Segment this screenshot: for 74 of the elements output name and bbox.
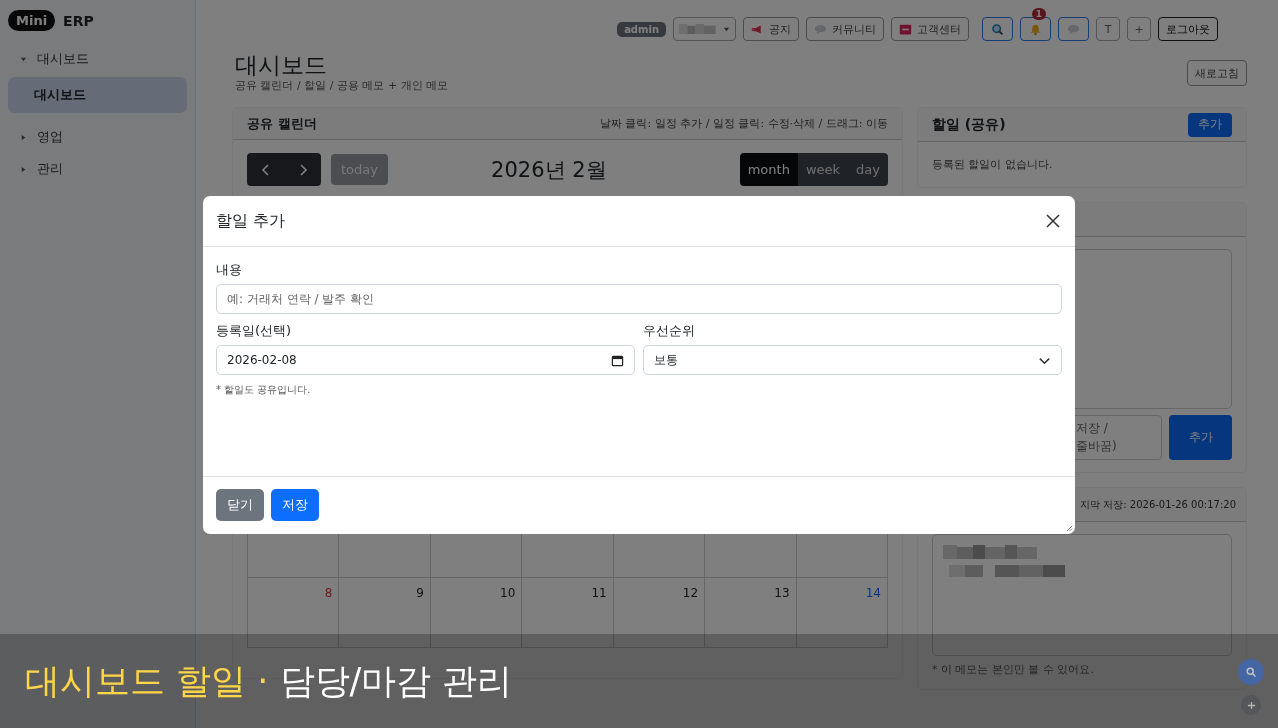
speech-bubble-icon bbox=[814, 22, 827, 36]
top-link-button[interactable]: 커뮤니티 bbox=[806, 17, 884, 41]
caption-title: 대시보드 할일 · 담당/마감 관리 bbox=[25, 659, 513, 703]
role-badge: admin bbox=[617, 21, 666, 37]
date-input[interactable]: 2026-02-08 bbox=[216, 345, 635, 375]
save-button[interactable]: 저장 bbox=[271, 489, 319, 521]
field-label: 내용 bbox=[216, 261, 243, 279]
calendar-cell[interactable]: 9 bbox=[339, 578, 431, 648]
caret-right-icon bbox=[20, 165, 27, 173]
speech-bubble-icon bbox=[1067, 22, 1080, 36]
card-title: 공유 캘린더 bbox=[247, 114, 317, 133]
calendar-cell[interactable]: 8 bbox=[248, 578, 340, 648]
plus-icon bbox=[1246, 700, 1256, 710]
caret-down-icon bbox=[723, 25, 730, 33]
empty-message: 등록된 할일이 없습니다. bbox=[932, 157, 1054, 173]
brand-badge: Mini bbox=[8, 10, 56, 31]
toolbar-button[interactable]: + bbox=[1127, 17, 1151, 41]
nav-subitem[interactable]: 대시보드 bbox=[8, 77, 187, 113]
modal-title: 할일 추가 bbox=[216, 210, 286, 232]
last-saved-text: 지막 저장: 2026-01-26 00:17:20 bbox=[1080, 497, 1236, 512]
close-icon bbox=[1046, 214, 1060, 228]
search-icon bbox=[991, 22, 1004, 36]
brand-name: ERP bbox=[63, 12, 94, 29]
add-button[interactable]: 추가 bbox=[1169, 415, 1232, 460]
chevron-left-icon bbox=[259, 163, 272, 176]
calendar-cell[interactable]: 11 bbox=[522, 578, 614, 648]
nav-item[interactable]: 대시보드 bbox=[8, 43, 187, 75]
calendar-cell[interactable]: 12 bbox=[613, 578, 706, 648]
hint-text: * 할일도 공유입니다. bbox=[216, 383, 312, 397]
next-button[interactable] bbox=[284, 153, 321, 186]
view-tab[interactable]: day bbox=[848, 153, 888, 186]
calendar-cell[interactable]: 10 bbox=[430, 578, 523, 648]
caret-down-icon bbox=[20, 55, 27, 63]
field-label: 등록일(선택) bbox=[216, 322, 293, 340]
close-button[interactable] bbox=[1044, 212, 1062, 230]
search-button[interactable] bbox=[982, 17, 1013, 41]
page-subtitle: 공유 캘린더 / 할일 / 공용 메모 + 개인 메모 bbox=[235, 78, 449, 93]
search-icon bbox=[1245, 666, 1257, 678]
top-link-button[interactable]: 공지 bbox=[743, 17, 799, 41]
view-tab[interactable]: month bbox=[739, 153, 798, 186]
user-dropdown[interactable] bbox=[673, 17, 736, 41]
card-title: 할일 (공유) bbox=[932, 115, 1006, 134]
text-input[interactable]: 예: 거래처 연락 / 발주 확인 bbox=[216, 284, 1062, 314]
calendar-cell[interactable]: 14 bbox=[796, 578, 888, 648]
floating-add-button[interactable] bbox=[1241, 695, 1261, 715]
notification-button[interactable] bbox=[1020, 17, 1051, 41]
chat-button[interactable] bbox=[1058, 17, 1089, 41]
notification-badge: 1 bbox=[1031, 8, 1046, 20]
resize-grip-icon bbox=[1066, 525, 1073, 532]
previous-button[interactable] bbox=[247, 153, 284, 186]
calendar-hint: 날짜 클릭: 일정 추가 / 일정 클릭: 수정·삭제 / 드래그: 이동 bbox=[600, 116, 888, 131]
close-button[interactable]: 닫기 bbox=[216, 489, 264, 521]
placeholder-text: 저장 / bbox=[1076, 420, 1109, 437]
field-label: 우선순위 bbox=[643, 322, 696, 340]
nav-item[interactable]: 영업 bbox=[8, 121, 187, 153]
add-button[interactable]: 추가 bbox=[1188, 112, 1232, 137]
logout-button[interactable]: 로그아웃 bbox=[1158, 17, 1218, 41]
calendar-cell[interactable]: 13 bbox=[705, 578, 797, 648]
memo-textarea[interactable] bbox=[932, 534, 1232, 656]
pixelated-name-drawing bbox=[679, 21, 719, 37]
placeholder-text: 줄바꿈) bbox=[1076, 438, 1118, 455]
toolbar-button[interactable]: T bbox=[1096, 17, 1120, 41]
select-dropdown[interactable]: 보통 bbox=[643, 345, 1062, 375]
calendar-icon bbox=[611, 353, 624, 367]
refresh-button[interactable]: 새로고침 bbox=[1187, 60, 1247, 86]
nav-item[interactable]: 관리 bbox=[8, 153, 187, 185]
bell-icon bbox=[1029, 22, 1042, 36]
floating-search-button[interactable] bbox=[1238, 659, 1264, 685]
view-tab[interactable]: week bbox=[797, 153, 849, 186]
top-link-button[interactable]: 고객센터 bbox=[891, 17, 969, 41]
sos-icon bbox=[899, 22, 912, 36]
calendar-title: 2026년 2월 bbox=[490, 156, 608, 184]
caret-right-icon bbox=[20, 133, 27, 141]
page-title: 대시보드 bbox=[235, 52, 328, 78]
